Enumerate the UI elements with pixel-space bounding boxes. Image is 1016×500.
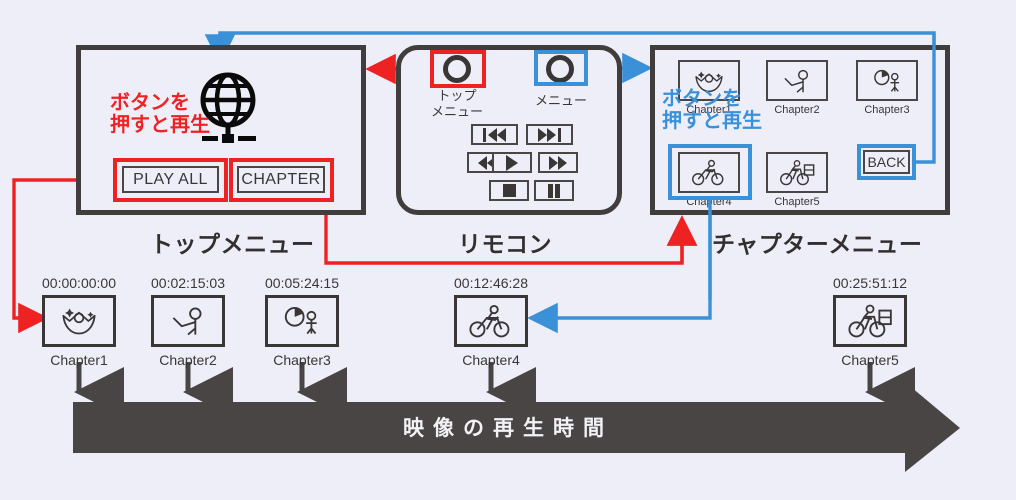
chapter2-thumb-caption: Chapter2: [774, 104, 820, 116]
presenter-icon: [784, 69, 809, 93]
timeline-caption-1: Chapter1: [50, 352, 108, 368]
next-track-button[interactable]: [526, 124, 573, 145]
remote-label: リモコン: [458, 231, 552, 257]
timeline-thumb-5: [833, 295, 907, 347]
play-button[interactable]: [492, 152, 532, 173]
presenter-icon: [172, 307, 202, 336]
playback-time-label: 映像の再生時間: [403, 417, 613, 440]
pause-icon: [548, 183, 553, 198]
timeline-timecode-1: 00:00:00:00: [42, 275, 116, 291]
chapter-menu-label: チャプターメニュー: [712, 231, 923, 257]
timeline-thumb-2: [151, 295, 225, 347]
chapter5-thumb-caption: Chapter5: [774, 196, 820, 208]
top-menu-knob-highlight: [430, 50, 486, 88]
top-menu-knob-label: トップ メニュー: [414, 88, 500, 121]
skip-back-icon: [483, 127, 486, 142]
timeline-timecode-3: 00:05:24:15: [265, 275, 339, 291]
delivery-cyclist-icon: [848, 304, 892, 338]
timeline-chapter-5[interactable]: 00:25:51:12 Chapter5: [827, 275, 913, 368]
chapter-menu-thumb-chapter2[interactable]: Chapter2: [766, 60, 828, 116]
rewind-icon: [478, 155, 487, 170]
prev-track-button[interactable]: [471, 124, 518, 145]
timeline-chapter-3[interactable]: 00:05:24:15 Chapter3: [259, 275, 345, 368]
delivery-cyclist-icon: [780, 159, 815, 186]
timeline-caption-5: Chapter5: [841, 352, 899, 368]
pie-chart-presenter-icon: [284, 306, 317, 335]
chapter2-thumb-frame: [766, 60, 828, 101]
timeline-thumb-4: [454, 295, 528, 347]
top-menu-knob-label-line2: メニュー: [430, 104, 483, 120]
chapter-menu-annotation-line2: 押すと再生: [662, 110, 762, 133]
timeline-timecode-2: 00:02:15:03: [151, 275, 225, 291]
top-menu-annotation-line1: ボタンを: [110, 92, 190, 114]
celebrate-icon: [62, 308, 96, 335]
skip-forward-icon: [558, 127, 561, 142]
timeline-chapter-4[interactable]: 00:12:46:28 Chapter4: [448, 275, 534, 368]
timeline-chapter-1[interactable]: 00:00:00:00 Chapter1: [36, 275, 122, 368]
play-icon: [506, 154, 518, 171]
pie-chart-presenter-icon: [874, 69, 900, 92]
fast-forward-icon: [549, 155, 558, 170]
chapter3-thumb-caption: Chapter3: [864, 104, 910, 116]
menu-knob-label: メニュー: [521, 93, 601, 109]
timeline-timecode-4: 00:12:46:28: [454, 275, 528, 291]
menu-knob-label-line1: メニュー: [534, 93, 587, 108]
top-menu-annotation-line2: 押すと再生: [110, 114, 210, 137]
top-menu-label: トップメニュー: [150, 231, 315, 257]
chapter-highlight: [229, 158, 334, 202]
wire-chapter4-to-timeline: [527, 200, 712, 334]
back-button-highlight: [857, 144, 916, 180]
top-menu-knob-label-line1: トップ: [437, 88, 477, 103]
stop-button[interactable]: [489, 180, 529, 201]
play-all-highlight: [113, 158, 228, 202]
chapter3-thumb-frame: [856, 60, 918, 101]
menu-knob-highlight: [534, 50, 588, 86]
chapter-menu-thumb-chapter3[interactable]: Chapter3: [856, 60, 918, 116]
pause-button[interactable]: [534, 180, 574, 201]
stop-icon: [502, 184, 516, 197]
timeline-caption-2: Chapter2: [159, 352, 217, 368]
timeline-timecode-5: 00:25:51:12: [833, 275, 907, 291]
diagram-canvas: ボタンを 押すと再生 PLAY ALL CHAPTER トップメニュー トップ …: [0, 0, 1016, 500]
timeline-caption-4: Chapter4: [462, 352, 520, 368]
timeline-chapter-2[interactable]: 00:02:15:03 Chapter2: [145, 275, 231, 368]
cyclist-icon: [469, 304, 510, 338]
timeline-caption-3: Chapter3: [273, 352, 331, 368]
timeline-thumb-3: [265, 295, 339, 347]
chapter5-thumb-frame: [766, 152, 828, 193]
chapter-menu-annotation-line1: ボタンを: [662, 88, 742, 110]
fast-forward-button[interactable]: [538, 152, 578, 173]
chapter-menu-thumb-chapter5[interactable]: Chapter5: [766, 152, 828, 208]
top-menu-annotation: ボタンを 押すと再生: [110, 92, 210, 137]
chapter4-thumb-highlight: [668, 144, 752, 200]
timeline-thumb-1: [42, 295, 116, 347]
chapter-menu-annotation: ボタンを 押すと再生: [662, 88, 762, 133]
